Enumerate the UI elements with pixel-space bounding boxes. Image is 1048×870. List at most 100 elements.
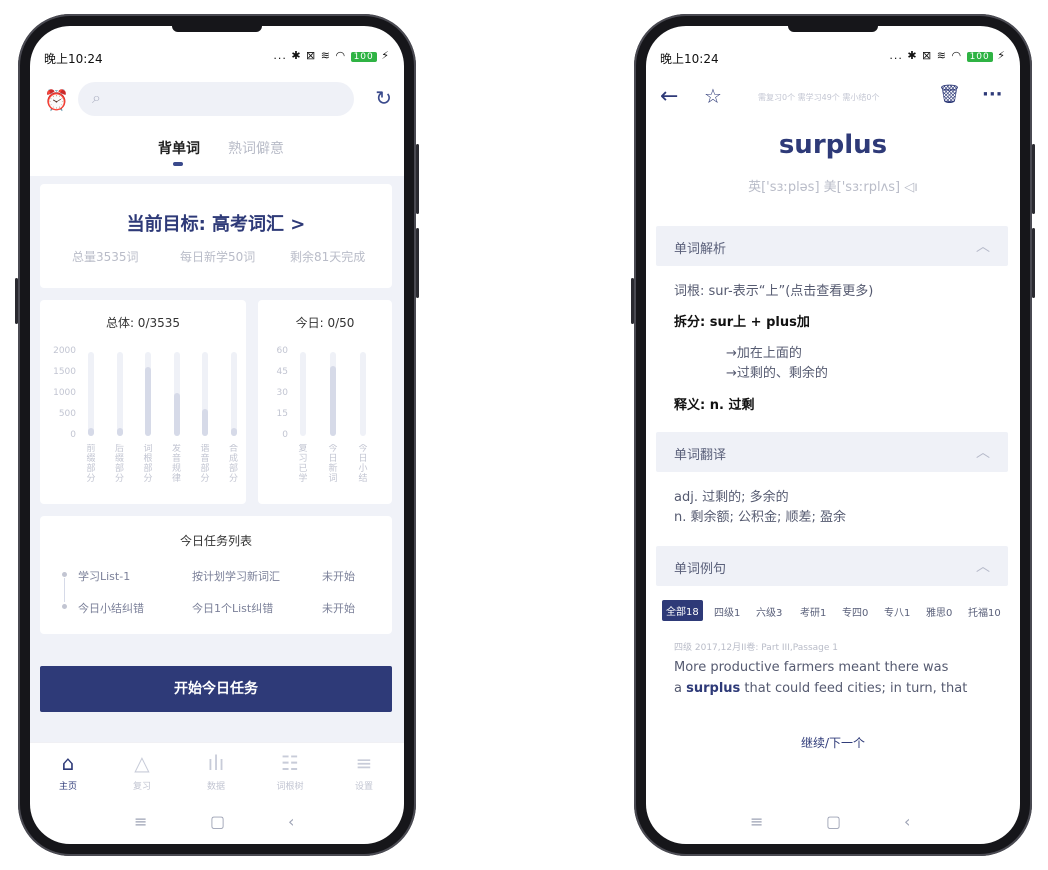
home-square-icon[interactable]: ▢ bbox=[826, 812, 841, 831]
x-tick-label: 合成部分 bbox=[228, 444, 238, 484]
nav-label: 词根树 bbox=[276, 782, 304, 792]
top-bar: ⏰ ⌕ ↻ bbox=[30, 80, 404, 120]
x-tick-label: 发音规律 bbox=[171, 444, 181, 484]
bar bbox=[230, 427, 237, 436]
section-analysis-header[interactable]: 单词解析 ︿ bbox=[656, 226, 1008, 266]
today-chart: 今日: 0/50 60 45 30 15 0 复习已学 今日新词 今日小结 bbox=[258, 300, 392, 504]
back-chevron-icon[interactable]: ‹ bbox=[288, 812, 294, 831]
example-text: a bbox=[674, 681, 687, 696]
derivation-line: →过剩的、剩余的 bbox=[726, 366, 828, 381]
nav-review[interactable]: △ 复习 bbox=[112, 751, 172, 792]
side-button bbox=[1032, 228, 1035, 298]
progress-counts: 需复习0个 需学习49个 需小结0个 bbox=[758, 93, 880, 102]
bar bbox=[116, 428, 123, 436]
bar-track bbox=[116, 352, 123, 436]
status-time: 晚上10:24 bbox=[44, 52, 103, 66]
side-button bbox=[1032, 144, 1035, 214]
example-source: 四级 2017,12月II卷: Part III,Passage 1 bbox=[674, 643, 838, 653]
example-highlight: surplus bbox=[686, 681, 741, 696]
status-icons: ... ✱ ⊠ ≋ ◠ 100 ⚡ bbox=[273, 49, 390, 62]
recents-icon[interactable]: ≡ bbox=[750, 812, 763, 831]
bar-track bbox=[300, 352, 306, 436]
filter-chip[interactable]: 专八1 bbox=[884, 604, 910, 619]
filter-chip[interactable]: 专四0 bbox=[842, 604, 868, 619]
headword: surplus bbox=[778, 130, 888, 160]
timeline-line bbox=[64, 578, 65, 602]
search-input[interactable]: ⌕ bbox=[78, 82, 354, 116]
goal-remaining: 剩余81天完成 bbox=[290, 250, 366, 264]
nav-home[interactable]: ⌂ 主页 bbox=[38, 751, 98, 792]
timeline-dot bbox=[62, 604, 67, 609]
status-bar: 晚上10:24 ... ✱ ⊠ ≋ ◠ 100 ⚡ bbox=[646, 48, 1020, 68]
word-toolbar: ← ☆ 需复习0个 需学习49个 需小结0个 🗑 ··· bbox=[646, 84, 1020, 114]
goal-title[interactable]: 当前目标: 高考词汇 > bbox=[40, 210, 392, 236]
y-tick-label: 2000 bbox=[53, 346, 76, 356]
task-status: 未开始 bbox=[322, 570, 355, 583]
root-info[interactable]: 词根: sur-表示“上”(点击查看更多) bbox=[674, 280, 873, 299]
start-task-button[interactable]: 开始今日任务 bbox=[40, 666, 392, 712]
speaker-icon[interactable]: ◁ı bbox=[904, 180, 918, 195]
example-filter: 全部18 四级1 六级3 考研1 专四0 专八1 雅思0 托福10 bbox=[662, 600, 1008, 624]
nav-data[interactable]: ılı 数据 bbox=[186, 751, 246, 792]
task-name: 今日小结纠错 bbox=[78, 602, 144, 615]
section-title: 单词翻译 bbox=[674, 448, 727, 463]
nav-label: 复习 bbox=[132, 782, 151, 792]
bar-chart-icon: ılı bbox=[207, 751, 225, 775]
chart-title: 总体: 0/3535 bbox=[105, 316, 181, 330]
filter-chip[interactable]: 考研1 bbox=[800, 604, 826, 619]
side-button bbox=[15, 278, 18, 324]
nav-settings[interactable]: ≡ 设置 bbox=[334, 751, 394, 792]
chevron-up-icon: ︿ bbox=[976, 239, 990, 255]
alarm-icon[interactable]: ⏰ bbox=[44, 88, 69, 112]
task-list-card: 今日任务列表 学习List-1 按计划学习新词汇 未开始 今日小结纠错 今日1个… bbox=[40, 516, 392, 634]
goal-card[interactable]: 当前目标: 高考词汇 > 总量3535词 每日新学50词 剩余81天完成 bbox=[40, 184, 392, 288]
continue-next-button[interactable]: 继续/下一个 bbox=[646, 734, 1020, 751]
notch bbox=[172, 26, 262, 32]
menu-icon: ≡ bbox=[355, 751, 373, 775]
task-desc: 按计划学习新词汇 bbox=[192, 570, 280, 583]
y-tick-label: 15 bbox=[276, 409, 288, 419]
filter-chip[interactable]: 雅思0 bbox=[926, 604, 952, 619]
status-bar: 晚上10:24 ... ✱ ⊠ ≋ ◠ 100 ⚡ bbox=[30, 48, 404, 68]
status-icons: ... ✱ ⊠ ≋ ◠ 100 ⚡ bbox=[889, 49, 1006, 62]
battery-icon: 100 bbox=[966, 52, 993, 62]
back-chevron-icon[interactable]: ‹ bbox=[904, 812, 910, 831]
back-arrow-icon[interactable]: ← bbox=[660, 84, 678, 109]
side-button bbox=[416, 228, 419, 298]
split-info: 拆分: sur上 + plus加 bbox=[674, 315, 810, 330]
system-nav: ≡ ▢ ‹ bbox=[646, 802, 1020, 844]
status-time: 晚上10:24 bbox=[660, 52, 719, 66]
star-icon[interactable]: ☆ bbox=[704, 84, 722, 108]
example-line: a surplus that could feed cities; in tur… bbox=[674, 681, 967, 696]
system-nav: ≡ ▢ ‹ bbox=[30, 802, 404, 844]
y-tick-label: 60 bbox=[276, 346, 288, 356]
example-text: that could feed cities; in turn, that bbox=[740, 681, 968, 696]
recents-icon[interactable]: ≡ bbox=[134, 812, 147, 831]
bottom-nav: ⌂ 主页 △ 复习 ılı 数据 ☷ 词根树 ≡ 设置 bbox=[30, 742, 404, 801]
status-indicator-icons: ... ✱ ⊠ ≋ bbox=[889, 49, 947, 62]
filter-chip[interactable]: 六级3 bbox=[756, 604, 782, 619]
nav-label: 设置 bbox=[354, 782, 373, 792]
y-tick-label: 1000 bbox=[53, 388, 76, 398]
more-icon[interactable]: ··· bbox=[982, 84, 1003, 105]
section-translation-header[interactable]: 单词翻译 ︿ bbox=[656, 432, 1008, 472]
search-icon: ⌕ bbox=[92, 88, 101, 107]
filter-chip[interactable]: 托福10 bbox=[968, 604, 1001, 619]
x-tick-label: 词根部分 bbox=[143, 444, 153, 484]
share-icon[interactable]: ↻ bbox=[375, 86, 392, 110]
bar-track bbox=[330, 352, 336, 436]
review-icon: △ bbox=[134, 751, 150, 775]
section-examples-header[interactable]: 单词例句 ︿ bbox=[656, 546, 1008, 586]
filter-chip[interactable]: 全部18 bbox=[662, 600, 703, 621]
nav-root-tree[interactable]: ☷ 词根树 bbox=[260, 751, 320, 792]
y-tick-label: 30 bbox=[276, 388, 288, 398]
screen-left: 晚上10:24 ... ✱ ⊠ ≋ ◠ 100 ⚡ ⏰ ⌕ ↻ 背单词 熟词僻意… bbox=[30, 26, 404, 844]
tab-bar: 背单词 熟词僻意 bbox=[30, 138, 404, 168]
home-square-icon[interactable]: ▢ bbox=[210, 812, 225, 831]
tab-memorize[interactable]: 背单词 bbox=[158, 138, 200, 166]
trash-icon[interactable]: 🗑 bbox=[938, 84, 961, 105]
filter-chip[interactable]: 四级1 bbox=[714, 604, 740, 619]
tab-familiar-rare[interactable]: 熟词僻意 bbox=[228, 138, 284, 158]
notch bbox=[788, 26, 878, 32]
task-list-title: 今日任务列表 bbox=[179, 534, 252, 548]
